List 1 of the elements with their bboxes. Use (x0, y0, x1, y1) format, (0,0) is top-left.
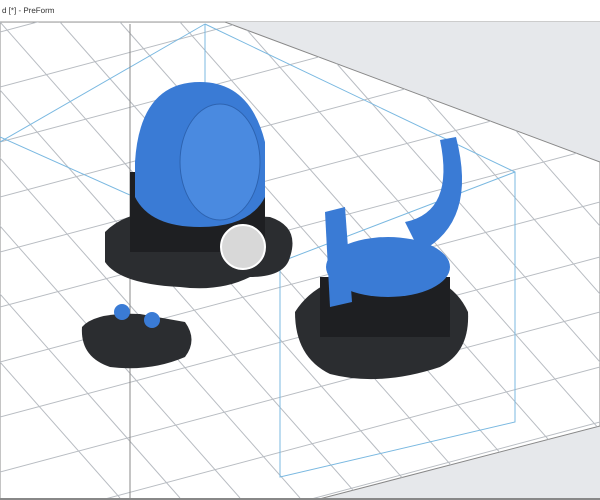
window-title: d [*] - PreForm (2, 6, 54, 15)
